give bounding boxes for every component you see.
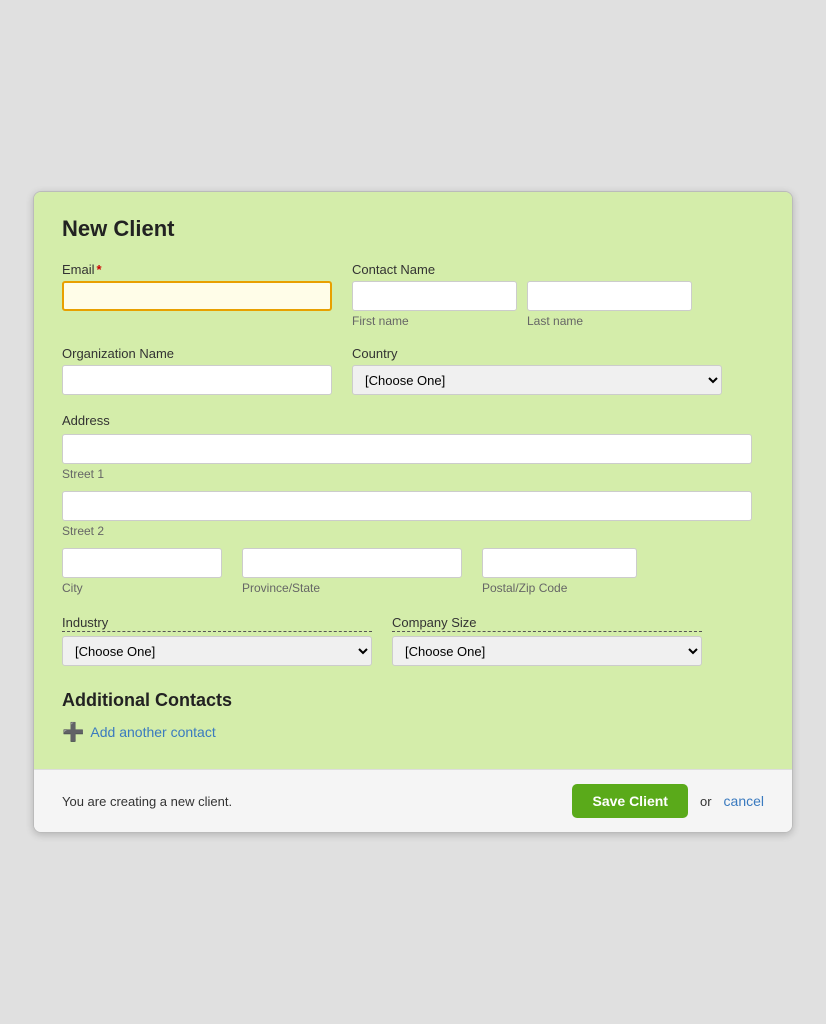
street2-input[interactable] bbox=[62, 491, 752, 521]
footer-bar: You are creating a new client. Save Clie… bbox=[34, 769, 792, 832]
street1-row: Street 1 bbox=[62, 434, 764, 481]
additional-contacts-section: Additional Contacts ➕ Add another contac… bbox=[62, 690, 764, 741]
add-contact-link[interactable]: ➕ Add another contact bbox=[62, 723, 764, 741]
street2-row: Street 2 bbox=[62, 491, 764, 538]
add-contact-label: Add another contact bbox=[90, 724, 215, 740]
state-label: Province/State bbox=[242, 581, 462, 595]
industry-company-row: Industry [Choose One] Company Size [Choo… bbox=[62, 615, 764, 666]
city-state-zip-row: City Province/State Postal/Zip Code bbox=[62, 548, 764, 595]
country-select[interactable]: [Choose One] bbox=[352, 365, 722, 395]
state-group: Province/State bbox=[242, 548, 462, 595]
first-name-input[interactable] bbox=[352, 281, 517, 311]
city-input[interactable] bbox=[62, 548, 222, 578]
cancel-link[interactable]: cancel bbox=[724, 793, 764, 809]
form-body: New Client Email* Contact Name First nam… bbox=[34, 192, 792, 769]
first-name-label: First name bbox=[352, 314, 517, 328]
country-group: Country [Choose One] bbox=[352, 346, 722, 395]
street2-label: Street 2 bbox=[62, 524, 764, 538]
contact-name-sublabels: First name Last name bbox=[352, 311, 692, 328]
or-text: or bbox=[700, 794, 712, 809]
email-contact-row: Email* Contact Name First name Last name bbox=[62, 262, 764, 328]
additional-contacts-title: Additional Contacts bbox=[62, 690, 764, 711]
city-label: City bbox=[62, 581, 222, 595]
org-input[interactable] bbox=[62, 365, 332, 395]
email-label: Email* bbox=[62, 262, 332, 277]
zip-group: Postal/Zip Code bbox=[482, 548, 637, 595]
org-label: Organization Name bbox=[62, 346, 332, 361]
industry-group: Industry [Choose One] bbox=[62, 615, 372, 666]
page-title: New Client bbox=[62, 216, 764, 242]
industry-label: Industry bbox=[62, 615, 372, 632]
industry-select[interactable]: [Choose One] bbox=[62, 636, 372, 666]
last-name-input[interactable] bbox=[527, 281, 692, 311]
contact-name-inputs bbox=[352, 281, 692, 311]
email-input[interactable] bbox=[62, 281, 332, 311]
street1-label: Street 1 bbox=[62, 467, 764, 481]
org-group: Organization Name bbox=[62, 346, 332, 395]
company-size-label: Company Size bbox=[392, 615, 702, 632]
country-label: Country bbox=[352, 346, 722, 361]
state-input[interactable] bbox=[242, 548, 462, 578]
address-section: Address Street 1 Street 2 City Provinc bbox=[62, 413, 764, 595]
company-size-select[interactable]: [Choose One] bbox=[392, 636, 702, 666]
footer-actions: Save Client or cancel bbox=[572, 784, 764, 818]
footer-status-text: You are creating a new client. bbox=[62, 794, 232, 809]
street1-input[interactable] bbox=[62, 434, 752, 464]
zip-label: Postal/Zip Code bbox=[482, 581, 637, 595]
plus-circle-icon: ➕ bbox=[62, 723, 84, 741]
contact-name-label: Contact Name bbox=[352, 262, 692, 277]
email-required-star: * bbox=[97, 262, 102, 277]
email-group: Email* bbox=[62, 262, 332, 311]
org-country-row: Organization Name Country [Choose One] bbox=[62, 346, 764, 395]
contact-name-group: Contact Name First name Last name bbox=[352, 262, 692, 328]
save-client-button[interactable]: Save Client bbox=[572, 784, 687, 818]
zip-input[interactable] bbox=[482, 548, 637, 578]
city-group: City bbox=[62, 548, 222, 595]
last-name-label: Last name bbox=[527, 314, 692, 328]
company-size-group: Company Size [Choose One] bbox=[392, 615, 702, 666]
new-client-modal: New Client Email* Contact Name First nam… bbox=[33, 191, 793, 833]
address-label: Address bbox=[62, 413, 764, 428]
